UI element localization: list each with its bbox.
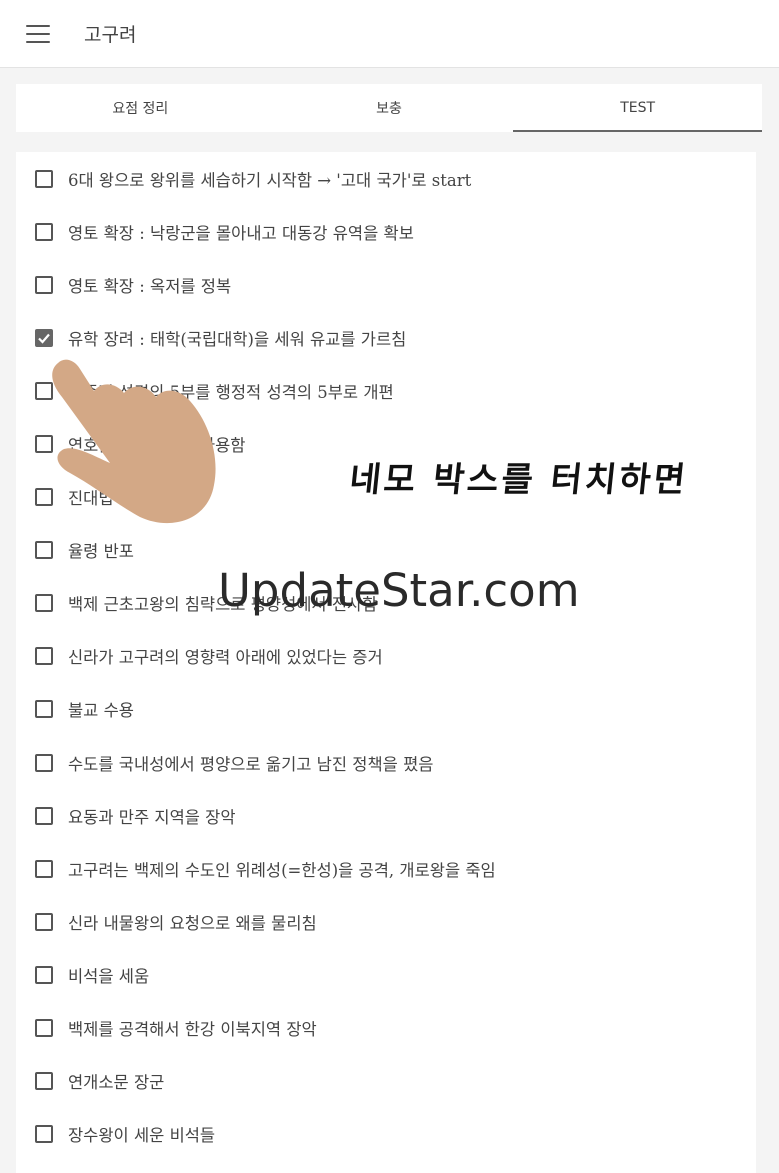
list-item-label: 비석을 세움 <box>68 966 150 986</box>
list-item[interactable]: 유학 장려 : 태학(국립대학)을 세워 유교를 가르침 <box>16 311 756 364</box>
checkbox[interactable] <box>35 541 53 560</box>
checkbox[interactable] <box>35 1125 53 1144</box>
list-item[interactable]: 비석을 세움 <box>16 948 756 1001</box>
list-item[interactable]: 영토 확장 : 옥저를 정복 <box>16 258 756 311</box>
checkbox[interactable] <box>35 859 53 878</box>
list-item-label: 유학 장려 : 태학(국립대학)을 세워 유교를 가르침 <box>68 329 407 349</box>
list-item[interactable]: 율령 반포 <box>16 524 756 577</box>
checkbox[interactable] <box>35 435 53 454</box>
check-icon <box>38 333 50 344</box>
app-bar: 고구려 <box>0 0 779 68</box>
checkbox[interactable] <box>35 806 53 825</box>
tab-bar: 요점 정리 보충 TEST <box>16 84 762 132</box>
list-item-label: 부족적 성격의 5부를 행정적 성격의 5부로 개편 <box>68 382 394 402</box>
tab-test[interactable]: TEST <box>513 84 762 132</box>
checkbox[interactable] <box>35 222 53 241</box>
list-item-label: 요동과 만주 지역을 장악 <box>68 807 236 827</box>
list-item-label: 6대 왕으로 왕위를 세습하기 시작함 → '고대 국가'로 start <box>68 170 472 190</box>
tab-supplement[interactable]: 보충 <box>265 84 514 132</box>
list-item[interactable]: 진대법 <box>16 471 756 524</box>
checklist: 6대 왕으로 왕위를 세습하기 시작함 → '고대 국가'로 start 영토 확… <box>16 152 756 1173</box>
list-item-label: 연호를 독자적으로 사용함 <box>68 436 246 456</box>
list-item[interactable]: 영토 확장 : 낙랑군을 몰아내고 대동강 유역을 확보 <box>16 205 756 258</box>
page-title: 고구려 <box>84 24 137 46</box>
list-item-label: 불교 수용 <box>68 701 134 721</box>
checkbox[interactable] <box>35 381 53 400</box>
tab-summary[interactable]: 요점 정리 <box>16 84 265 132</box>
list-item-label: 장수왕이 세운 비석들 <box>68 1126 216 1146</box>
list-item[interactable]: 장수왕이 세운 비석들 <box>16 1108 756 1161</box>
checkbox[interactable] <box>35 169 53 188</box>
list-item-label: 연개소문 장군 <box>68 1073 165 1093</box>
list-item[interactable]: 신라 내물왕의 요청으로 왜를 물리침 <box>16 895 756 948</box>
list-item-label: 율령 반포 <box>68 542 134 562</box>
checkbox[interactable] <box>35 275 53 294</box>
list-item-label: 영토 확장 : 낙랑군을 몰아내고 대동강 유역을 확보 <box>68 223 414 243</box>
list-item[interactable]: 고구려는 백제의 수도인 위례성(=한성)을 공격, 개로왕을 죽임 <box>16 842 756 895</box>
checkbox[interactable] <box>35 700 53 719</box>
list-item-label: 진대법 <box>68 489 114 509</box>
list-item-label: 고구려는 백제의 수도인 위례성(=한성)을 공격, 개로왕을 죽임 <box>68 860 496 880</box>
list-item[interactable]: 연개소문 장군 <box>16 1055 756 1108</box>
list-item[interactable]: 백제 근초고왕의 침략으로 평양성에서 전사함 <box>16 577 756 630</box>
checkbox[interactable] <box>35 647 53 666</box>
checkbox[interactable] <box>35 1072 53 1091</box>
list-item[interactable]: 부족적 성격의 5부를 행정적 성격의 5부로 개편 <box>16 364 756 417</box>
list-item-label: 영토 확장 : 옥저를 정복 <box>68 276 232 296</box>
checkbox[interactable] <box>35 594 53 613</box>
list-item-label: 신라 내물왕의 요청으로 왜를 물리침 <box>68 913 317 933</box>
list-item-label: 백제를 공격해서 한강 이북지역 장악 <box>68 1020 317 1040</box>
list-item[interactable]: 백제를 공격해서 한강 이북지역 장악 <box>16 1002 756 1055</box>
list-item-label: 백제 근초고왕의 침략으로 평양성에서 전사함 <box>68 595 378 615</box>
list-item[interactable]: 불교 수용 <box>16 683 756 736</box>
list-item[interactable]: 6대 왕으로 왕위를 세습하기 시작함 → '고대 국가'로 start <box>16 152 756 205</box>
list-item[interactable]: 신라가 고구려의 영향력 아래에 있었다는 증거 <box>16 630 756 683</box>
checkbox[interactable] <box>35 965 53 984</box>
checkbox[interactable] <box>35 1019 53 1038</box>
list-item[interactable]: 요동과 만주 지역을 장악 <box>16 789 756 842</box>
list-item[interactable]: 수도를 국내성에서 평양으로 옮기고 남진 정책을 폈음 <box>16 736 756 789</box>
checkbox[interactable] <box>35 912 53 931</box>
list-item-label: 신라가 고구려의 영향력 아래에 있었다는 증거 <box>68 648 383 668</box>
list-item-label: 수도를 국내성에서 평양으로 옮기고 남진 정책을 폈음 <box>68 754 434 774</box>
menu-icon[interactable] <box>26 24 50 43</box>
checkbox[interactable] <box>35 488 53 507</box>
checkbox-checked[interactable] <box>35 328 53 347</box>
checkbox[interactable] <box>35 753 53 772</box>
list-item[interactable]: 연호를 독자적으로 사용함 <box>16 417 756 470</box>
